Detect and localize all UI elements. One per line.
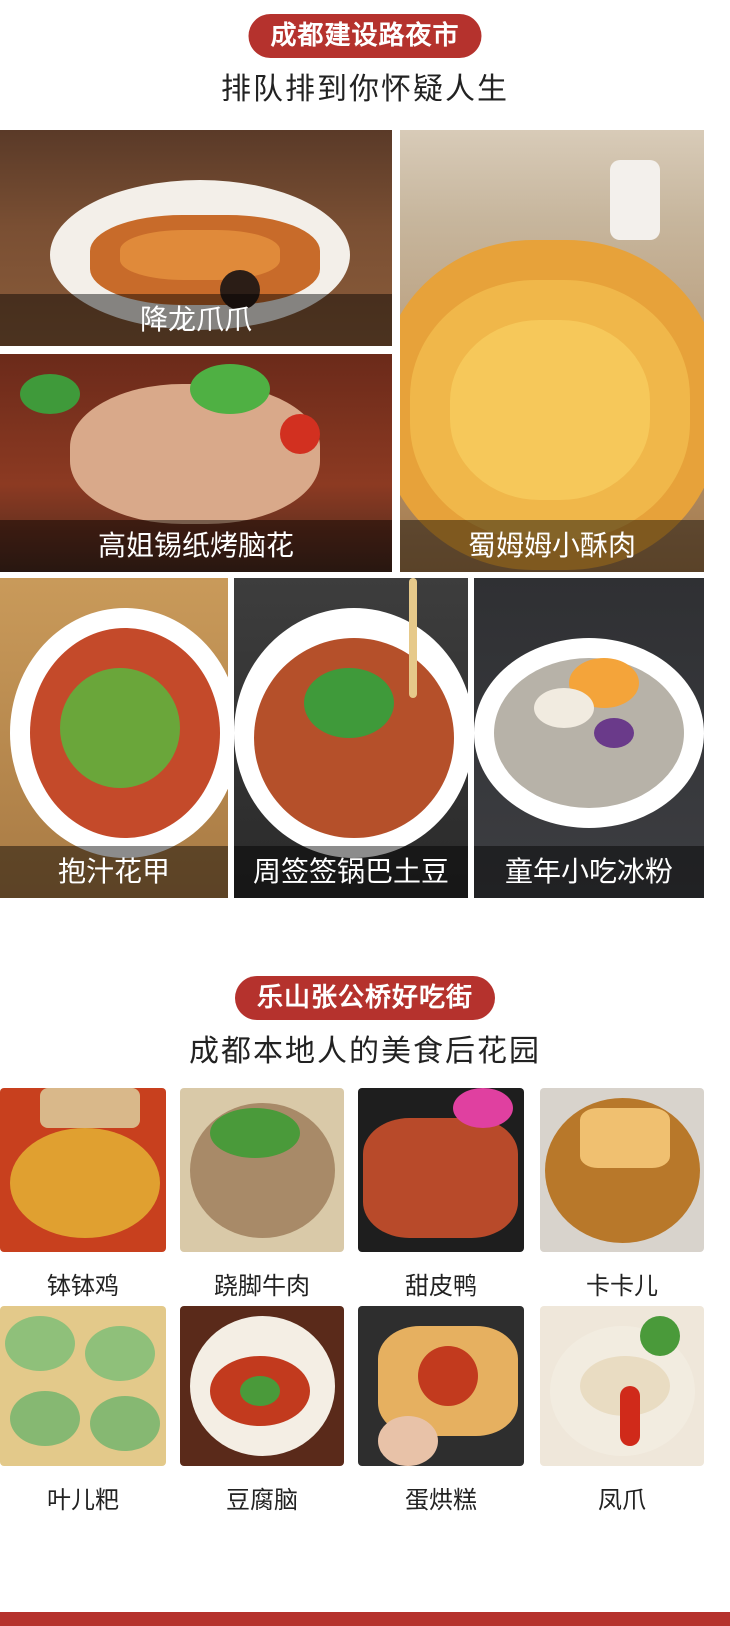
food-photo-ice-jelly: 童年小吃冰粉 — [474, 578, 704, 898]
bottom-accent-bar — [0, 1612, 730, 1626]
food-caption: 抱汁花甲 — [0, 846, 228, 898]
section1-badge: 成都建设路夜市 — [248, 14, 482, 58]
food-photo-tofu-pudding — [180, 1306, 344, 1466]
food-photo-potatoes: 周签签锅巴土豆 — [234, 578, 468, 898]
food-photo-fried-pork: 蜀姆姆小酥肉 — [400, 130, 704, 572]
food-photo-kakaer — [540, 1088, 704, 1252]
food-caption: 降龙爪爪 — [0, 294, 392, 346]
food-label: 豆腐脑 — [226, 1486, 298, 1514]
food-label: 蛋烘糕 — [405, 1486, 477, 1514]
food-photo-clams: 抱汁花甲 — [0, 578, 228, 898]
food-label: 钵钵鸡 — [47, 1272, 119, 1300]
section1-subtitle: 排队排到你怀疑人生 — [221, 72, 509, 107]
food-caption: 童年小吃冰粉 — [474, 846, 704, 898]
food-label: 凤爪 — [598, 1486, 646, 1514]
food-caption: 高姐锡纸烤脑花 — [0, 520, 392, 572]
section2-subtitle: 成都本地人的美食后花园 — [189, 1034, 541, 1069]
food-photo-beef-soup — [180, 1088, 344, 1252]
food-photo-egg-cake — [358, 1306, 524, 1466]
food-label: 卡卡儿 — [586, 1272, 658, 1300]
food-label: 甜皮鸭 — [405, 1272, 477, 1300]
food-label: 跷脚牛肉 — [214, 1272, 310, 1300]
food-photo-phoenix-claws — [540, 1306, 704, 1466]
food-photo-chicken-feet: 降龙爪爪 — [0, 130, 392, 346]
section2-badge: 乐山张公桥好吃街 — [234, 976, 496, 1020]
food-caption: 蜀姆姆小酥肉 — [400, 520, 704, 572]
food-photo-bobo-chicken — [0, 1088, 166, 1252]
food-caption: 周签签锅巴土豆 — [234, 846, 468, 898]
food-label: 叶儿粑 — [47, 1486, 119, 1514]
food-photo-brain: 高姐锡纸烤脑花 — [0, 354, 392, 572]
food-photo-sweet-duck — [358, 1088, 524, 1252]
food-photo-yeerba — [0, 1306, 166, 1466]
